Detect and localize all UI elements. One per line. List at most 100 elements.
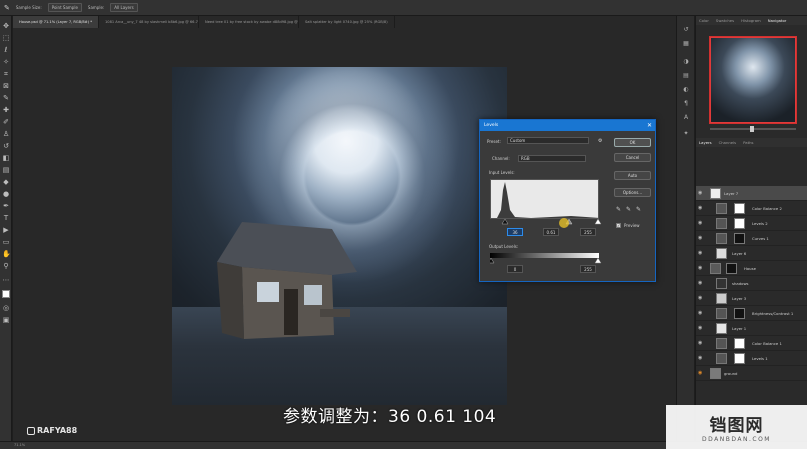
eye-icon[interactable]: ◉ (698, 220, 704, 226)
navigator-thumbnail[interactable] (709, 36, 797, 124)
eye-icon[interactable]: ◉ (698, 235, 704, 241)
adjustment-icon (716, 203, 727, 214)
eye-icon[interactable]: ◉ (698, 205, 704, 211)
type-tool-icon[interactable]: T (2, 214, 10, 222)
crop-tool-icon[interactable]: ⌗ (2, 70, 10, 78)
output-black-field[interactable]: 0 (507, 265, 523, 273)
eye-icon[interactable]: ◉ (698, 250, 704, 256)
lasso-tool-icon[interactable]: ℓ (2, 46, 10, 54)
eye-icon[interactable]: ◉ (698, 280, 704, 286)
layer-row[interactable]: ◉ Layer 6 (696, 246, 807, 261)
layer-row[interactable]: ◉ ground (696, 366, 807, 381)
move-tool-icon[interactable]: ✥ (2, 22, 10, 30)
zoom-slider-thumb[interactable] (750, 126, 754, 132)
output-sliders[interactable] (490, 258, 602, 264)
tab-paths[interactable]: Paths (743, 140, 753, 145)
dialog-title: Levels (480, 120, 655, 131)
eye-icon[interactable]: ◉ (698, 310, 704, 316)
tab-document-3[interactable]: Need tree 01 by free stock by awabe d88d… (199, 16, 300, 28)
path-select-icon[interactable]: ▶ (2, 226, 10, 234)
clone-stamp-icon[interactable]: ♙ (2, 130, 10, 138)
tab-document-1[interactable]: House.psd @ 71.1% (Layer 7, RGB/8#) * (13, 16, 100, 28)
history-icon[interactable]: ↺ (682, 26, 690, 34)
layer-row[interactable]: ◉ Brightness/Contrast 1 (696, 306, 807, 321)
layer-row[interactable]: ◉ Levels 2 (696, 216, 807, 231)
input-gamma-field[interactable]: 0.61 (543, 228, 559, 236)
layer-row[interactable]: ◉ Layer 7 (696, 186, 807, 201)
history-brush-icon[interactable]: ↺ (2, 142, 10, 150)
input-sliders[interactable] (490, 219, 602, 225)
eye-icon[interactable]: ◉ (698, 355, 704, 361)
eye-icon[interactable]: ◉ (698, 190, 704, 196)
brushes-icon[interactable]: ✦ (682, 130, 690, 138)
preset-dropdown[interactable]: Custom (507, 137, 589, 144)
layer-row[interactable]: ◉ Levels 1 (696, 351, 807, 366)
tab-channels[interactable]: Channels (719, 140, 737, 145)
adjustments-icon[interactable]: ◑ (682, 58, 690, 66)
input-black-field[interactable]: 36 (507, 228, 523, 236)
eyedropper-tool-icon[interactable]: ✎ (2, 94, 10, 102)
eyedropper-icon[interactable]: ✎ (4, 4, 10, 12)
document-canvas-image[interactable] (172, 67, 507, 405)
character-icon[interactable]: A (682, 114, 690, 122)
screen-mode-icon[interactable]: ▣ (2, 316, 10, 324)
cancel-button[interactable]: Cancel (614, 153, 651, 162)
hand-tool-icon[interactable]: ✋ (2, 250, 11, 258)
styles-icon[interactable]: ◐ (682, 86, 690, 94)
eyedropper-icons[interactable]: ✎✎✎ (616, 206, 646, 213)
quick-select-icon[interactable]: ✧ (2, 58, 10, 66)
eye-icon[interactable]: ◉ (698, 340, 704, 346)
tab-swatches[interactable]: Swatches (716, 18, 734, 23)
brush-tool-icon[interactable]: ✐ (2, 118, 10, 126)
layer-row[interactable]: ◉ Layer 3 (696, 291, 807, 306)
zoom-tool-icon[interactable]: ⚲ (2, 262, 10, 270)
tab-histogram[interactable]: Histogram (741, 18, 761, 23)
marquee-tool-icon[interactable]: ⬚ (2, 34, 10, 42)
ok-button[interactable]: OK (614, 138, 651, 147)
tab-layers[interactable]: Layers (699, 140, 712, 145)
layer-row[interactable]: ◉ Color Balance 2 (696, 201, 807, 216)
layer-name: Layer 7 (724, 191, 739, 196)
shape-tool-icon[interactable]: ▭ (2, 238, 10, 246)
properties-icon[interactable]: ▦ (682, 40, 690, 48)
input-white-field[interactable]: 255 (580, 228, 596, 236)
tab-color[interactable]: Color (699, 18, 709, 23)
auto-button[interactable]: Auto (614, 171, 651, 180)
dodge-tool-icon[interactable]: ● (2, 190, 10, 198)
eye-icon[interactable]: ◉ (698, 265, 704, 271)
layer-row[interactable]: ◉ House (696, 261, 807, 276)
frame-tool-icon[interactable]: ⊠ (2, 82, 10, 90)
eraser-tool-icon[interactable]: ◧ (2, 154, 10, 162)
foreground-color-swatch[interactable] (2, 290, 10, 298)
eye-icon[interactable]: ◉ (698, 295, 704, 301)
pen-tool-icon[interactable]: ✒ (2, 202, 10, 210)
layer-row[interactable]: ◉ Color Balance 1 (696, 336, 807, 351)
navigator-view-box[interactable] (710, 37, 796, 123)
sample-size-dropdown[interactable]: Point Sample (47, 3, 82, 12)
paragraph-icon[interactable]: ¶ (682, 100, 690, 108)
gradient-tool-icon[interactable]: ▤ (2, 166, 10, 174)
layer-name: Curves 1 (752, 236, 769, 241)
healing-brush-icon[interactable]: ✚ (2, 106, 10, 114)
channel-dropdown[interactable]: RGB (518, 155, 586, 162)
tab-document-4[interactable]: Salt splatter by light 0740.jpg @ 25% (R… (299, 16, 395, 28)
output-white-field[interactable]: 255 (580, 265, 596, 273)
layer-row[interactable]: ◉ Curves 1 (696, 231, 807, 246)
quick-mask-icon[interactable]: ◎ (2, 304, 10, 312)
layer-row[interactable]: ◉ Layer 1 (696, 321, 807, 336)
blur-tool-icon[interactable]: ◆ (2, 178, 10, 186)
layer-row[interactable]: ◉ shadows (696, 276, 807, 291)
eye-icon[interactable]: ◉ (698, 325, 704, 331)
tab-navigator[interactable]: Navigator (768, 18, 787, 23)
eye-icon[interactable]: ◉ (698, 370, 704, 376)
more-tools-icon[interactable]: ⋯ (2, 276, 10, 284)
preset-gear-icon[interactable]: ⚙ (598, 138, 602, 144)
close-icon[interactable]: ✕ (647, 120, 652, 131)
preset-label: Preset: (487, 139, 501, 144)
options-button[interactable]: Options... (614, 188, 651, 197)
tab-document-2[interactable]: 1081 Arca__uny_7 48 by slashmeli b8b6.jp… (99, 16, 200, 28)
libraries-icon[interactable]: ▤ (682, 72, 690, 80)
sample-layers-dropdown[interactable]: All Layers (110, 3, 138, 12)
navigator-zoom-slider[interactable] (710, 126, 796, 132)
preview-checkbox[interactable]: ✓ (616, 223, 621, 228)
